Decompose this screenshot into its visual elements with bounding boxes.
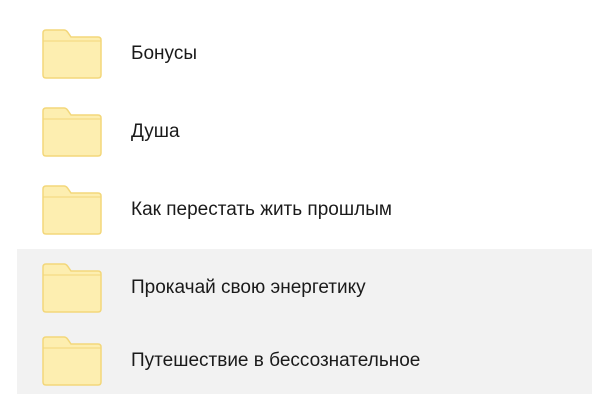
folder-row[interactable]: Бонусы	[17, 15, 592, 93]
folder-list: Бонусы Душа Как перестать жить прошлым П…	[0, 0, 592, 394]
folder-icon	[41, 107, 103, 157]
folder-icon	[41, 29, 103, 79]
folder-row[interactable]: Душа	[17, 93, 592, 171]
folder-name: Как перестать жить прошлым	[131, 199, 392, 220]
folder-icon	[41, 263, 103, 313]
folder-name: Душа	[131, 121, 180, 142]
folder-icon	[41, 335, 103, 386]
folder-name: Прокачай свою энергетику	[131, 277, 366, 298]
folder-row[interactable]: Как перестать жить прошлым	[17, 171, 592, 249]
folder-row-highlighted[interactable]: Путешествие в бессознательное	[17, 327, 592, 394]
folder-name: Путешествие в бессознательное	[131, 349, 421, 371]
folder-icon	[41, 185, 103, 235]
folder-row-highlighted[interactable]: Прокачай свою энергетику	[17, 249, 592, 327]
folder-name: Бонусы	[131, 43, 197, 64]
